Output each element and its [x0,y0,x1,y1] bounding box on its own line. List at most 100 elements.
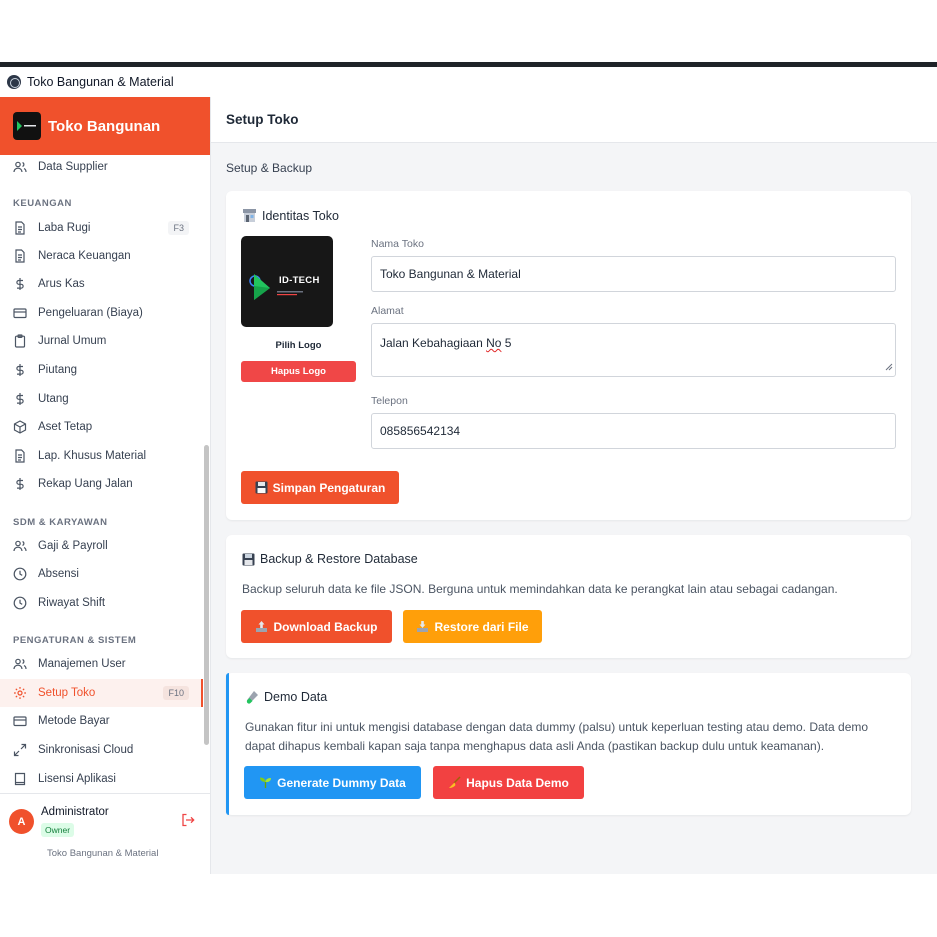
document-icon [13,449,27,463]
sidebar-item-rekap-uang-jalan[interactable]: Rekap Uang Jalan [0,472,203,496]
card-icon [13,306,27,320]
sidebar-item-jurnal-umum[interactable]: Jurnal Umum [0,329,203,353]
sidebar-item-laba-rugi[interactable]: Laba Rugi F3 [0,216,203,240]
sidebar-item-riwayat-shift[interactable]: Riwayat Shift [0,591,203,615]
brand-name: Toko Bangunan [48,117,161,135]
identity-card: Identitas Toko ID-TECH Pilih Logo Hapus … [226,191,911,520]
backup-title-text: Backup & Restore Database [260,552,418,566]
sidebar-item-lap-khusus-material[interactable]: Lap. Khusus Material [0,444,203,468]
download-backup-label: Download Backup [273,619,378,634]
sidebar-item-label: Rekap Uang Jalan [38,478,133,490]
store-icon [242,208,257,223]
role-badge: Owner [41,823,75,837]
identity-card-title: Identitas Toko [242,208,339,223]
save-settings-button[interactable]: Simpan Pengaturan [241,471,399,504]
restore-file-button[interactable]: Restore dari File [403,610,542,643]
demo-card-title: Demo Data [245,690,327,704]
backup-card-title: Backup & Restore Database [242,552,418,566]
phone-input[interactable]: 085856542134 [371,413,896,449]
sidebar-item-gaji-payroll[interactable]: Gaji & Payroll [0,534,203,558]
sidebar-item-utang[interactable]: Utang [0,387,203,411]
dollar-icon [13,477,27,491]
users-icon [13,160,27,174]
sidebar-item-label: Lap. Khusus Material [38,450,147,462]
sidebar-scrollbar[interactable] [204,445,209,745]
clock-icon [13,567,27,581]
address-label: Alamat [371,305,404,317]
download-backup-button[interactable]: Download Backup [241,610,392,643]
sidebar-item-label: Gaji & Payroll [38,540,108,552]
sidebar-item-label: Arus Kas [38,278,85,290]
document-icon [13,249,27,263]
sidebar-item-label: Data Supplier [38,161,108,173]
dollar-icon [13,392,27,406]
sidebar-item-neraca-keuangan[interactable]: Neraca Keuangan [0,244,203,268]
shortcut-badge: F3 [168,221,189,235]
sidebar-item-label: Setup Toko [38,687,96,699]
breadcrumb: Setup & Backup [226,161,313,175]
card-icon [13,714,27,728]
avatar: A [9,809,34,834]
window-title: Toko Bangunan & Material [27,75,174,89]
spellcheck-word: No [486,336,502,350]
generate-dummy-button[interactable]: Generate Dummy Data [244,766,421,799]
tray-download-icon [416,620,429,633]
sidebar-item-label: Pengeluaran (Biaya) [38,307,143,319]
clock-icon [13,596,27,610]
users-icon [13,539,27,553]
sidebar-item-lisensi-aplikasi[interactable]: Lisensi Aplikasi [0,767,203,791]
app-logo-icon [7,75,21,89]
address-text-start: Jalan Kebahagiaan [380,336,487,350]
main-content: Setup Toko Setup & Backup Identitas Toko… [211,97,937,874]
sidebar-item-label: Metode Bayar [38,715,110,727]
sidebar-item-setup-toko[interactable]: Setup Toko F10 [0,679,203,707]
delete-logo-button[interactable]: Hapus Logo [241,361,356,382]
sidebar-item-label: Laba Rugi [38,222,91,234]
section-pengaturan: PENGATURAN & SISTEM [13,635,137,646]
address-textarea[interactable]: Jalan Kebahagiaan No 5 [371,323,896,377]
sidebar-item-metode-bayar[interactable]: Metode Bayar [0,709,203,733]
sidebar-item-label: Piutang [38,364,78,376]
store-name-label: Nama Toko [371,238,424,250]
store-name-input[interactable]: Toko Bangunan & Material [371,256,896,292]
resize-handle-icon[interactable] [885,360,893,374]
store-logo-image[interactable]: ID-TECH [241,236,333,327]
sidebar-item-label: Utang [38,393,69,405]
sidebar-item-pengeluaran[interactable]: Pengeluaran (Biaya) [0,301,203,325]
sidebar-item-piutang[interactable]: Piutang [0,358,203,382]
backup-card: Backup & Restore Database Backup seluruh… [226,535,911,658]
users-icon [13,657,27,671]
restore-file-label: Restore dari File [434,619,529,634]
sidebar-item-label: Manajemen User [38,658,126,670]
sidebar-item-data-supplier[interactable]: Data Supplier [0,155,203,179]
section-keuangan: KEUANGAN [13,198,72,209]
sidebar-item-arus-kas[interactable]: Arus Kas [0,272,203,296]
tray-upload-icon [255,620,268,633]
pick-logo-button[interactable]: Pilih Logo [241,340,356,351]
book-icon [13,772,27,786]
sidebar-item-manajemen-user[interactable]: Manajemen User [0,652,203,676]
dollar-icon [13,363,27,377]
sidebar-item-label: Sinkronisasi Cloud [38,744,134,756]
save-settings-label: Simpan Pengaturan [272,480,386,495]
sidebar: Toko Bangunan Data Supplier KEUANGAN Lab… [0,97,211,874]
delete-demo-button[interactable]: Hapus Data Demo [433,766,584,799]
window-titlebar: Toko Bangunan & Material [0,67,937,97]
sidebar-item-aset-tetap[interactable]: Aset Tetap [0,415,203,439]
sidebar-item-label: Jurnal Umum [38,335,107,347]
sidebar-item-absensi[interactable]: Absensi [0,562,203,586]
test-tube-icon [245,690,259,704]
sidebar-item-label: Aset Tetap [38,421,93,433]
sidebar-item-label: Riwayat Shift [38,597,106,609]
sidebar-item-label: Lisensi Aplikasi [38,773,116,785]
box-icon [13,420,27,434]
section-sdm: SDM & KARYAWAN [13,517,108,528]
gear-icon [13,686,27,700]
sidebar-menu: Data Supplier KEUANGAN Laba Rugi F3 Nera… [0,155,203,793]
shortcut-badge: F10 [163,686,189,700]
logout-icon[interactable] [181,813,195,832]
sidebar-item-sinkronisasi-cloud[interactable]: Sinkronisasi Cloud [0,738,203,762]
page-title: Setup Toko [211,97,937,143]
demo-card-accent [226,673,229,815]
delete-demo-label: Hapus Data Demo [466,775,569,790]
